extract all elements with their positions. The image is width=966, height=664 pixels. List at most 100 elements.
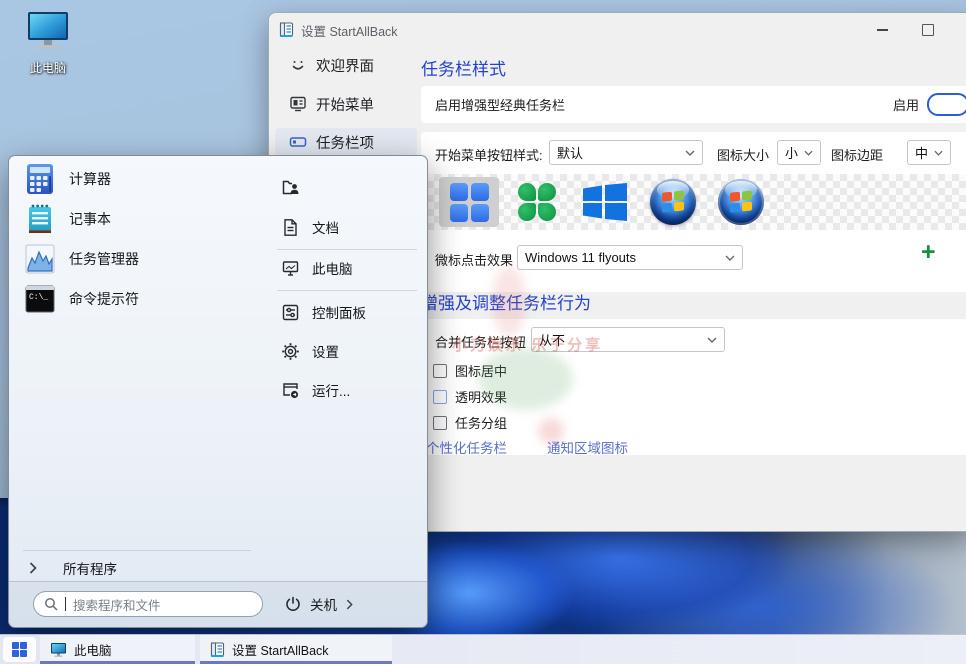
- menu-place-settings[interactable]: 设置: [281, 341, 339, 361]
- combo-value: 从不: [539, 330, 565, 349]
- orb-option-windows-7[interactable]: [643, 177, 703, 227]
- windows-8-logo: [583, 183, 627, 221]
- orb-option-windows-7-alt[interactable]: [711, 177, 771, 227]
- menu-place-label: 运行...: [312, 380, 350, 400]
- chevron-down-icon: [725, 255, 735, 261]
- combine-buttons-select[interactable]: 从不: [531, 327, 725, 352]
- orb-option-windows-11[interactable]: [439, 177, 499, 227]
- enable-toggle[interactable]: [927, 93, 966, 116]
- checkbox-label: 任务分组: [455, 413, 507, 432]
- desktop-icon-label: 此电脑: [12, 59, 84, 76]
- chevron-down-icon: [934, 150, 943, 156]
- checkbox-center-icons[interactable]: 图标居中: [433, 361, 507, 380]
- enable-classic-taskbar-panel: 启用增强型经典任务栏 启用: [421, 86, 966, 123]
- all-programs-button[interactable]: 所有程序: [29, 557, 117, 579]
- checkbox-task-grouping[interactable]: 任务分组: [433, 413, 507, 432]
- search-placeholder: 搜索程序和文件: [73, 595, 161, 614]
- power-icon: [285, 596, 301, 612]
- chevron-right-icon: [346, 599, 353, 610]
- orb-option-windows-8[interactable]: [575, 177, 635, 227]
- taskbar-button-startallback[interactable]: 设置 StartAllBack: [200, 635, 392, 664]
- taskbar-button-label: 此电脑: [74, 640, 112, 659]
- add-button[interactable]: +: [921, 240, 936, 265]
- menu-place-label: 设置: [312, 341, 339, 361]
- startallback-book-icon: [279, 22, 294, 38]
- all-programs-label: 所有程序: [63, 558, 117, 578]
- chevron-down-icon: [685, 150, 695, 156]
- section-heading-behavior: 增强及调整任务栏行为: [421, 289, 591, 314]
- titlebar[interactable]: 设置 StartAllBack: [269, 13, 966, 47]
- task-manager-icon: [23, 242, 57, 276]
- menu-item-notepad[interactable]: 记事本: [23, 202, 111, 236]
- checkbox-transparency[interactable]: 透明效果: [433, 387, 507, 406]
- start-button-style-label: 开始菜单按钮样式:: [435, 145, 543, 164]
- minimize-button[interactable]: [865, 13, 899, 47]
- menu-separator: [277, 290, 417, 291]
- menu-place-label: 控制面板: [312, 302, 366, 322]
- enable-classic-taskbar-label: 启用增强型经典任务栏: [435, 95, 565, 114]
- computer-outline-icon: [281, 259, 300, 278]
- enable-toggle-label: 启用: [893, 95, 919, 114]
- desktop: 此电脑 设置 StartAllBack: [0, 0, 966, 664]
- start-button-style-select[interactable]: 默认: [549, 140, 703, 165]
- maximize-button[interactable]: [911, 13, 945, 47]
- menu-item-command-prompt[interactable]: C:\_ 命令提示符: [23, 282, 139, 316]
- checkbox-icon: [433, 364, 447, 378]
- orb-option-clover[interactable]: [507, 177, 567, 227]
- start-menu: 计算器 记事本 任务管理器: [8, 155, 428, 628]
- menu-place-user-folder[interactable]: [281, 178, 313, 198]
- icon-size-select[interactable]: 小: [777, 140, 821, 165]
- computer-monitor-icon: [50, 642, 67, 658]
- document-icon: [281, 218, 300, 237]
- checkbox-icon: [433, 390, 447, 404]
- menu-item-calculator[interactable]: 计算器: [23, 162, 111, 196]
- checkbox-label: 图标居中: [455, 361, 507, 380]
- orb-click-effect-label: 微标点击效果: [435, 250, 513, 269]
- chevron-down-icon: [707, 337, 717, 343]
- chevron-down-icon: [804, 150, 813, 156]
- menu-item-label: 记事本: [69, 209, 111, 229]
- menu-item-label: 任务管理器: [69, 249, 139, 269]
- menu-place-label: 此电脑: [312, 258, 353, 278]
- text-cursor: [65, 597, 66, 611]
- chevron-right-icon: [29, 562, 37, 574]
- menu-place-this-pc[interactable]: 此电脑: [281, 258, 353, 278]
- icon-margin-select[interactable]: 中: [907, 140, 951, 165]
- orb-click-effect-select[interactable]: Windows 11 flyouts: [517, 245, 743, 270]
- menu-separator: [277, 249, 417, 250]
- sidebar-item-label: 开始菜单: [316, 94, 374, 115]
- menu-place-run[interactable]: 运行...: [281, 380, 350, 400]
- menu-place-documents[interactable]: 文档: [281, 217, 339, 237]
- desktop-icon-this-pc[interactable]: 此电脑: [12, 10, 84, 76]
- link-notification-area-icons[interactable]: 通知区域图标: [547, 437, 628, 457]
- user-folder-icon: [281, 178, 301, 198]
- all-programs-separator: [23, 550, 251, 551]
- calculator-icon: [23, 162, 57, 196]
- orb-preview-strip: [427, 174, 966, 230]
- menu-footer: 搜索程序和文件 关机: [9, 581, 427, 627]
- section-heading-taskbar-style: 任务栏样式: [421, 55, 506, 80]
- windows-11-logo: [450, 183, 489, 222]
- computer-monitor-icon: [25, 10, 71, 52]
- control-panel-icon: [281, 303, 300, 322]
- taskbar-rect-icon: [289, 133, 307, 151]
- sidebar-item-start-menu[interactable]: 开始菜单: [275, 90, 417, 118]
- shutdown-button[interactable]: 关机: [285, 591, 353, 617]
- menu-place-control-panel[interactable]: 控制面板: [281, 302, 366, 322]
- behavior-panel: 合并任务栏按钮 从不 图标居中 透明效果 任务分组 个性化任务栏 通知区域图标: [421, 319, 966, 455]
- search-input[interactable]: 搜索程序和文件: [33, 591, 263, 617]
- green-clover-logo: [518, 183, 556, 221]
- windows-11-start-logo: [12, 642, 28, 658]
- start-button[interactable]: [3, 637, 36, 662]
- maximize-icon: [922, 24, 934, 36]
- taskbar-button-this-pc[interactable]: 此电脑: [40, 635, 195, 664]
- sidebar-item-welcome[interactable]: 欢迎界面: [275, 51, 417, 79]
- gear-icon: [281, 342, 300, 361]
- windows-7-orb: [650, 179, 696, 225]
- minimize-icon: [877, 29, 888, 31]
- sidebar-item-taskbar[interactable]: 任务栏项: [275, 128, 417, 156]
- link-personalize-taskbar[interactable]: 个性化任务栏: [426, 437, 507, 457]
- menu-item-task-manager[interactable]: 任务管理器: [23, 242, 139, 276]
- checkbox-icon: [433, 416, 447, 430]
- smiley-icon: [289, 56, 307, 74]
